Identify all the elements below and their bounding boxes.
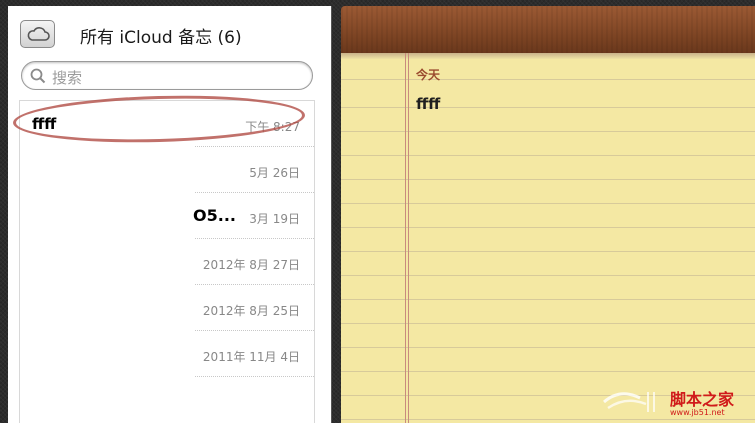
note-list-item[interactable]: O5... 3月 19日 [20,193,314,239]
note-editor[interactable] [341,59,755,423]
watermark-url: www.jb51.net [670,408,725,417]
search-field[interactable]: 搜索 [21,61,313,90]
cloud-icon [27,27,50,41]
note-title: O5... [193,206,236,225]
note-date: 下午 8:27 [245,120,300,134]
note-date: 5月 26日 [249,166,300,180]
note-body[interactable]: ffff [416,95,440,113]
note-list-item[interactable]: 5月 26日 [20,147,314,193]
note-date-header: 今天 [416,68,441,82]
site-watermark: 脚本之家 www.jb51.net [600,384,750,420]
notepad-margin-line [405,53,409,423]
accounts-button[interactable] [20,20,55,48]
watermark-text: 脚本之家 [670,390,735,409]
sidebar-header: 所有 iCloud 备忘 (6) [8,6,332,64]
notepad-leather-header [341,6,755,53]
note-date: 3月 19日 [249,212,300,226]
folder-title: 所有 iCloud 备忘 (6) [80,28,242,48]
note-list-item[interactable]: ffff 下午 8:27 [20,101,314,147]
note-title: ffff [32,115,57,133]
note-list-item[interactable]: 2011年 11月 4日 [20,331,314,377]
row-divider [195,376,314,377]
notes-list: ffff 下午 8:27 5月 26日 O5... 3月 19日 2012年 8… [19,100,315,423]
search-placeholder: 搜索 [52,69,83,87]
note-date: 2011年 11月 4日 [202,350,300,364]
note-date: 2012年 8月 25日 [202,304,300,318]
notes-sidebar: 所有 iCloud 备忘 (6) 搜索 ffff 下午 8:27 5月 26日 … [8,6,332,423]
note-list-item[interactable]: 2012年 8月 27日 [20,239,314,285]
search-icon [30,68,46,84]
note-list-item[interactable]: 2012年 8月 25日 [20,285,314,331]
note-date: 2012年 8月 27日 [202,258,300,272]
watermark-logo [603,392,655,412]
